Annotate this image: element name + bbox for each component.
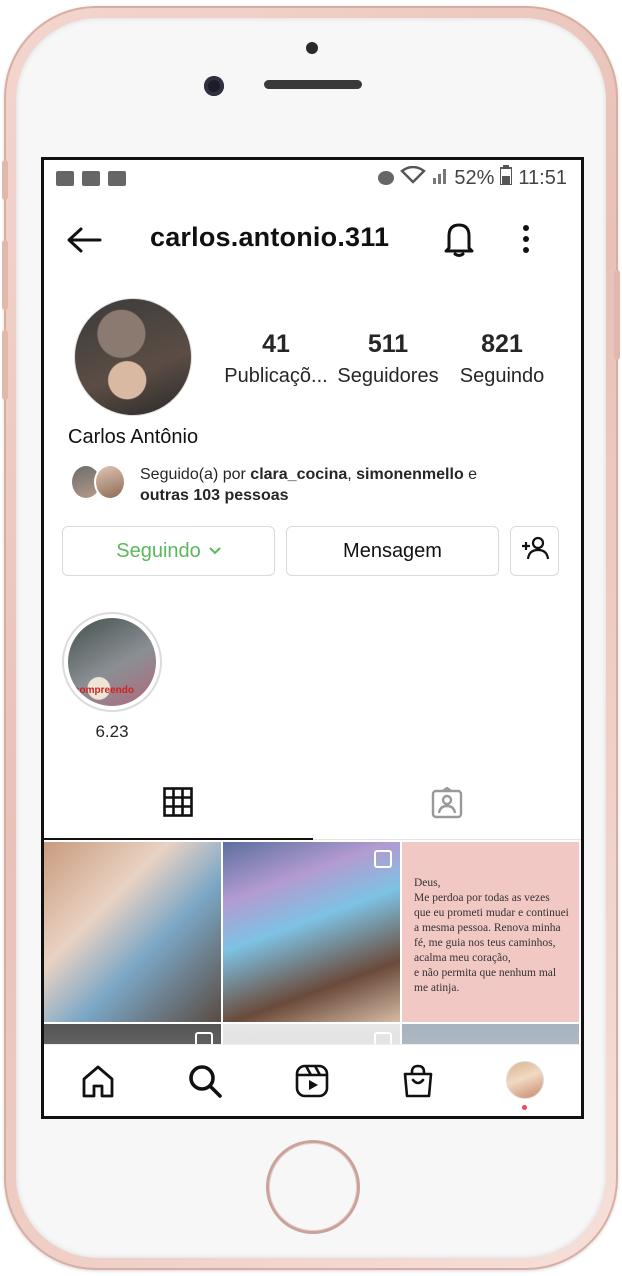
wifi-icon bbox=[400, 165, 427, 190]
follower-avatar bbox=[94, 464, 126, 500]
volume-down-button bbox=[2, 330, 8, 400]
folder-icon bbox=[108, 170, 126, 186]
page-title: carlos.antonio.311 bbox=[150, 222, 390, 252]
avatar[interactable] bbox=[74, 298, 192, 416]
power-button bbox=[614, 270, 620, 360]
post-thumbnail[interactable] bbox=[44, 842, 221, 1022]
grid-icon bbox=[163, 786, 194, 822]
stat-followers-count: 511 bbox=[367, 330, 409, 358]
stat-following[interactable]: 821 Seguindo bbox=[452, 330, 552, 388]
voicemail-icon bbox=[82, 170, 100, 186]
home-icon[interactable] bbox=[80, 1063, 116, 1099]
add-user-icon bbox=[520, 536, 550, 566]
home-button[interactable] bbox=[266, 1140, 360, 1234]
followed-by[interactable]: Seguido(a) por clara_cocina, simonenmell… bbox=[70, 464, 550, 506]
post-thumbnail[interactable]: Deus, Me perdoa por todas as vezes que e… bbox=[402, 842, 579, 1022]
battery-icon bbox=[499, 165, 514, 191]
arrow-left-icon[interactable] bbox=[66, 226, 102, 254]
profile-header: carlos.antonio.311 bbox=[44, 212, 581, 268]
followed-by-text: Seguido(a) por clara_cocina, simonenmell… bbox=[140, 466, 478, 504]
post-quote-text: Deus, Me perdoa por todas as vezes que e… bbox=[414, 877, 569, 994]
message-label: Mensagem bbox=[343, 539, 442, 562]
front-camera bbox=[204, 76, 224, 96]
highlight-label: 6.23 bbox=[95, 722, 129, 741]
battery-text: 52% bbox=[454, 166, 495, 189]
tab-tagged[interactable] bbox=[313, 770, 582, 840]
tab-posts-grid[interactable] bbox=[44, 770, 313, 840]
chevron-down-icon bbox=[209, 544, 221, 558]
reels-icon[interactable] bbox=[294, 1063, 330, 1099]
stat-following-label: Seguindo bbox=[459, 365, 545, 387]
bottom-navigation bbox=[44, 1044, 581, 1116]
more-vertical-icon[interactable] bbox=[520, 224, 532, 254]
message-button[interactable]: Mensagem bbox=[286, 526, 499, 576]
carousel-icon bbox=[374, 850, 392, 868]
stat-following-count: 821 bbox=[481, 330, 523, 358]
signal-icon bbox=[432, 167, 448, 190]
screen: 52% 11:51 carlos.antonio.311 41 Publicaç… bbox=[41, 157, 584, 1119]
mute-switch bbox=[2, 160, 8, 200]
earpiece-speaker bbox=[264, 80, 362, 89]
suggest-user-button[interactable] bbox=[510, 526, 559, 576]
alarm-icon bbox=[378, 171, 395, 185]
followers-others-link[interactable]: outras 103 pessoas bbox=[140, 487, 289, 504]
shop-icon[interactable] bbox=[400, 1063, 436, 1099]
volume-up-button bbox=[2, 240, 8, 310]
story-highlight[interactable]: compreendo bbox=[62, 612, 162, 712]
highlight-cover: compreendo bbox=[68, 618, 156, 706]
profile-tabs bbox=[44, 770, 581, 840]
stat-followers-label: Seguidores bbox=[337, 365, 439, 387]
notification-dot bbox=[522, 1105, 527, 1110]
follower-link[interactable]: clara_cocina bbox=[250, 466, 347, 483]
clock-text: 11:51 bbox=[518, 166, 567, 189]
status-bar: 52% 11:51 bbox=[44, 160, 581, 196]
stat-followers[interactable]: 511 Seguidores bbox=[334, 330, 442, 388]
bell-icon[interactable] bbox=[442, 220, 476, 258]
profile-avatar-tab[interactable] bbox=[506, 1061, 544, 1099]
tagged-icon bbox=[431, 786, 463, 824]
stat-posts[interactable]: 41 Publicaçõ... bbox=[220, 330, 332, 388]
stat-posts-count: 41 bbox=[262, 330, 290, 358]
search-icon[interactable] bbox=[187, 1063, 223, 1099]
highlight-cover-caption: compreendo bbox=[74, 685, 135, 696]
follower-link[interactable]: simonenmello bbox=[356, 466, 464, 483]
stat-posts-label: Publicaçõ... bbox=[224, 365, 328, 387]
following-label: Seguindo bbox=[116, 539, 201, 562]
following-button[interactable]: Seguindo bbox=[62, 526, 275, 576]
gallery-icon bbox=[56, 170, 74, 186]
profile-full-name: Carlos Antônio bbox=[68, 426, 199, 448]
post-thumbnail[interactable] bbox=[223, 842, 400, 1022]
proximity-sensor bbox=[306, 42, 318, 54]
